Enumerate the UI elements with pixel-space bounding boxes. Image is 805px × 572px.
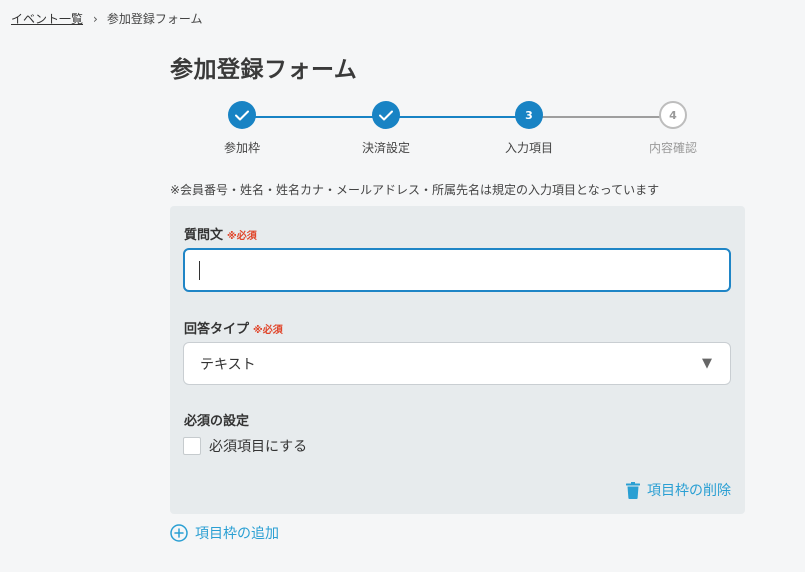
required-checkbox-row[interactable]: 必須項目にする <box>183 436 307 456</box>
step-confirm: 4 内容確認 <box>613 101 733 156</box>
step-input-items: 3 入力項目 <box>469 101 589 156</box>
answer-type-selected: テキスト <box>200 356 256 373</box>
step-number: 3 <box>515 101 543 129</box>
step-label: 内容確認 <box>648 141 697 155</box>
step-label: 入力項目 <box>504 141 553 155</box>
form-item-panel: 質問文 ※必須 回答タイプ ※必須 テキスト ▼ 必須の設定 必須項目にする 項目枠… <box>170 206 745 514</box>
step-payment-settings: 決済設定 <box>326 101 446 156</box>
breadcrumb-current: 参加登録フォーム <box>106 12 203 26</box>
text-cursor <box>199 261 200 280</box>
required-checkbox[interactable] <box>183 437 201 455</box>
answer-type-select[interactable]: テキスト ▼ <box>183 342 731 385</box>
step-number: 4 <box>659 101 687 129</box>
breadcrumb: イベント一覧 › 参加登録フォーム <box>11 10 202 27</box>
page-title: 参加登録フォーム <box>170 57 358 83</box>
check-icon <box>228 101 256 129</box>
required-mark: ※必須 <box>227 231 257 242</box>
question-label-row: 質問文 ※必須 <box>184 224 257 243</box>
chevron-right-icon: › <box>93 11 98 26</box>
add-item-button[interactable]: 項目枠の追加 <box>170 523 279 543</box>
plus-circle-icon <box>170 524 188 542</box>
default-fields-note: ※会員番号・姓名・姓名カナ・メールアドレス・所属先名は規定の入力項目となっていま… <box>170 183 660 197</box>
delete-item-button[interactable]: 項目枠の削除 <box>626 480 731 500</box>
question-input[interactable] <box>183 248 731 292</box>
triangle-down-icon: ▼ <box>702 356 712 371</box>
required-setting-label: 必須の設定 <box>184 414 250 429</box>
required-mark: ※必須 <box>253 325 283 336</box>
progress-stepper: 参加枠 決済設定 3 入力項目 4 内容確認 <box>170 101 746 161</box>
step-participation-slot: 参加枠 <box>182 101 302 156</box>
answer-type-label: 回答タイプ <box>184 322 250 337</box>
breadcrumb-event-list-link[interactable]: イベント一覧 <box>11 10 83 27</box>
delete-item-label: 項目枠の削除 <box>647 483 731 499</box>
step-label: 参加枠 <box>223 141 260 155</box>
add-item-label: 項目枠の追加 <box>195 526 279 542</box>
step-label: 決済設定 <box>361 141 410 155</box>
check-icon <box>372 101 400 129</box>
question-label: 質問文 <box>184 228 224 243</box>
answer-type-label-row: 回答タイプ ※必須 <box>184 318 283 337</box>
trash-icon <box>626 481 640 499</box>
required-checkbox-label: 必須項目にする <box>209 439 308 455</box>
